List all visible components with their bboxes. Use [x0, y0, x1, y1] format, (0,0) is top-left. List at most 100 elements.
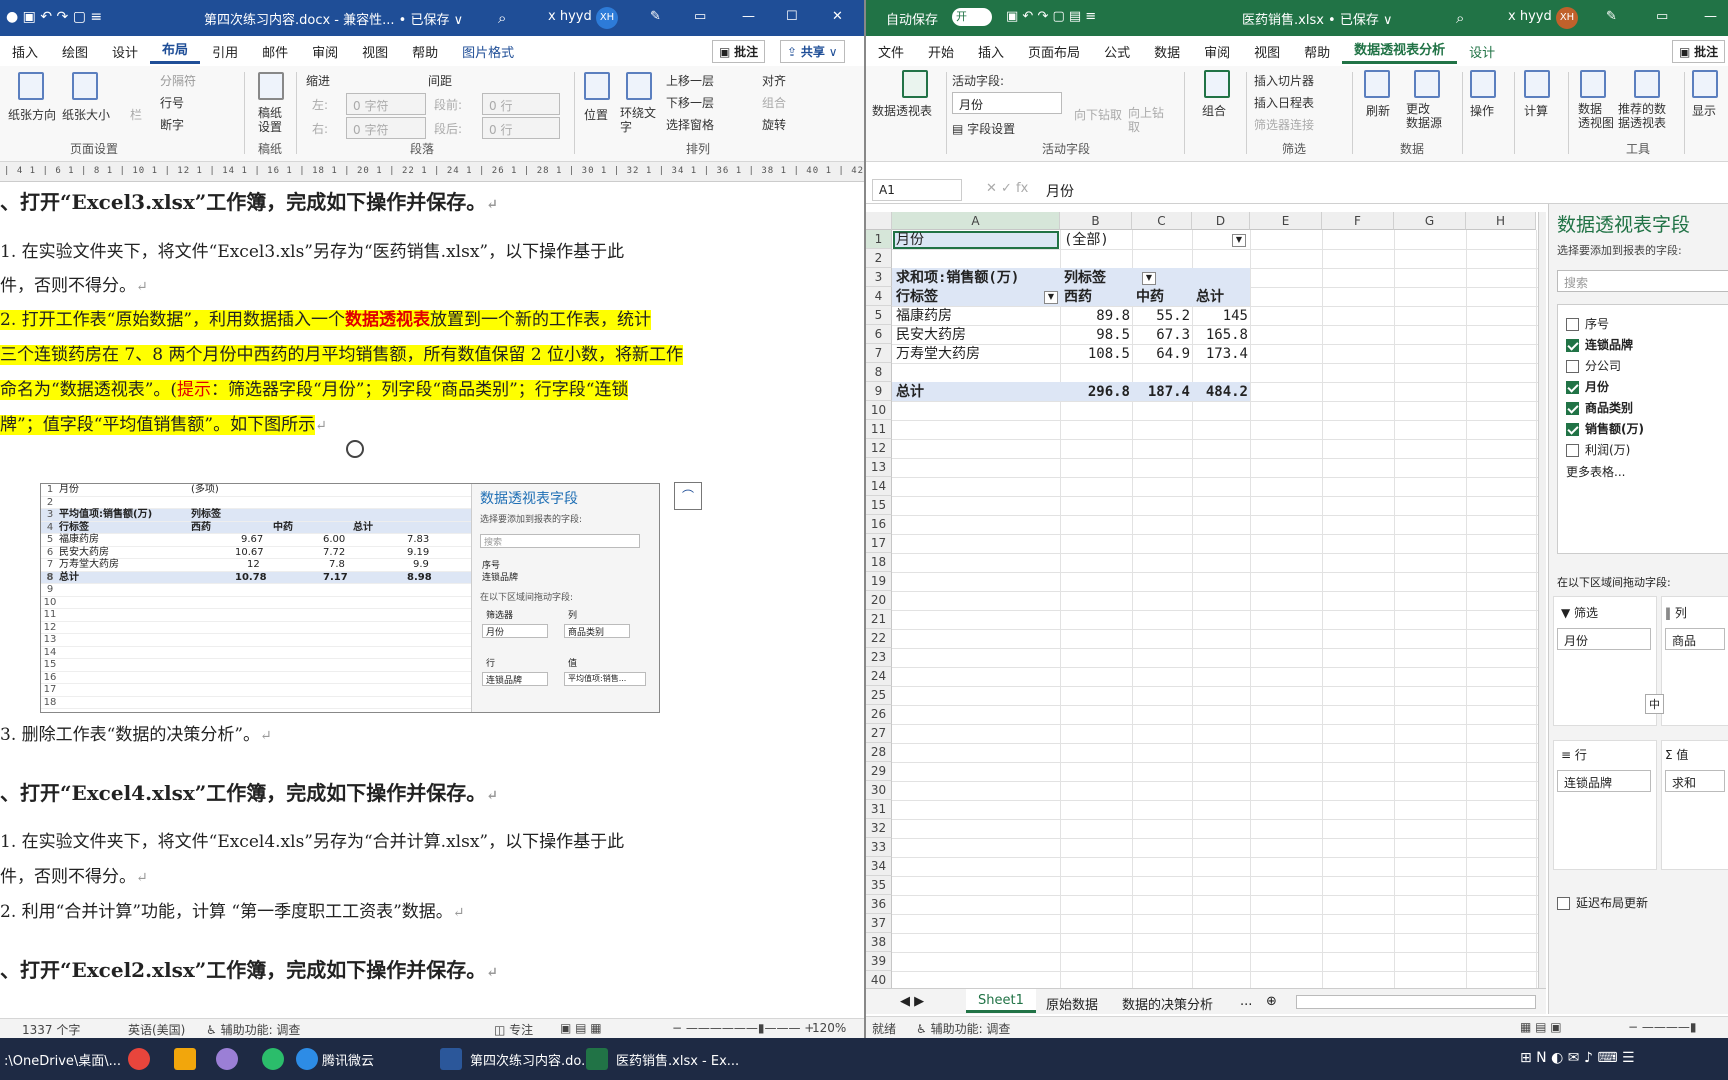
actions-button[interactable]: 操作 — [1470, 102, 1494, 119]
checkbox-checked-icon[interactable] — [1566, 381, 1579, 394]
tab-help[interactable]: 帮助 — [1292, 42, 1342, 61]
sheet-tab-raw-data[interactable]: 原始数据 — [1046, 994, 1098, 1013]
col-header-h[interactable]: H — [1466, 212, 1536, 230]
tab-draw[interactable]: 绘图 — [50, 42, 100, 61]
checkbox-icon[interactable] — [1557, 897, 1570, 910]
row-header[interactable]: 37 — [866, 914, 892, 933]
cell-c6[interactable]: 67.3 — [1132, 326, 1190, 345]
tab-references[interactable]: 引用 — [200, 42, 250, 61]
paper-size-icon[interactable] — [72, 72, 98, 100]
align-button[interactable]: 对齐 — [762, 72, 786, 89]
cell-a4[interactable]: 行标签 — [896, 288, 938, 307]
row-header[interactable]: 16 — [866, 515, 892, 534]
minimize-icon[interactable]: — — [742, 9, 755, 24]
save-icon[interactable]: ● ▣ ↶ ↷ ▢ ≡ — [6, 9, 102, 25]
col-header-g[interactable]: G — [1394, 212, 1466, 230]
pivotchart-icon[interactable] — [1580, 70, 1606, 98]
tab-pivot-design[interactable]: 设计 — [1457, 42, 1507, 61]
insert-timeline-button[interactable]: 插入日程表 — [1254, 94, 1314, 111]
embedded-pivot-image[interactable]: 1 月份 (多项) 2 3 平均值项:销售额(万) 列标签 4 行标签 西药 中药 总计 5 福康… — [40, 483, 660, 713]
row-header[interactable]: 20 — [866, 591, 892, 610]
vertical-scrollbar[interactable] — [1538, 212, 1546, 988]
minimize-icon[interactable]: — — [1704, 9, 1717, 24]
space-after-input[interactable]: 0 行 — [482, 117, 560, 139]
cell-c5[interactable]: 55.2 — [1132, 307, 1190, 326]
cell-b8[interactable]: 296.8 — [1060, 383, 1130, 402]
zoom-slider[interactable]: − ——————▮——— + — [672, 1021, 814, 1035]
cell-a5[interactable]: 福康药房 — [896, 307, 952, 326]
field-profit[interactable]: 利润(万) — [1566, 441, 1630, 458]
checkbox-checked-icon[interactable] — [1566, 402, 1579, 415]
read-mode-icon[interactable]: ▣ ▤ ▦ — [560, 1021, 602, 1035]
word-count[interactable]: 1337 个字 — [22, 1021, 80, 1038]
field-search-input[interactable]: 搜索 — [1557, 270, 1728, 292]
browser-icon[interactable] — [262, 1048, 284, 1070]
col-header-b[interactable]: B — [1060, 212, 1132, 230]
excel-icon[interactable] — [586, 1048, 608, 1070]
row-header[interactable]: 5 — [866, 306, 892, 325]
avatar[interactable]: XH — [596, 7, 618, 29]
row-header[interactable]: 39 — [866, 952, 892, 971]
weiyun-task[interactable]: 腾讯微云 — [322, 1050, 374, 1069]
filter-connections-button[interactable]: 筛选器连接 — [1254, 116, 1314, 133]
checkbox-checked-icon[interactable] — [1566, 423, 1579, 436]
row-header[interactable]: 34 — [866, 857, 892, 876]
row-header[interactable]: 2 — [866, 249, 892, 268]
space-before-input[interactable]: 0 行 — [482, 93, 560, 115]
search-icon[interactable]: ⌕ — [498, 9, 506, 27]
cell-c8[interactable]: 187.4 — [1132, 383, 1190, 402]
draft-paper-icon[interactable] — [258, 72, 284, 100]
app-icon[interactable] — [174, 1048, 196, 1070]
formula-input[interactable]: 月份 — [1046, 181, 1074, 201]
col-header-a[interactable]: A — [892, 212, 1060, 230]
checkbox-icon[interactable] — [1566, 318, 1579, 331]
filter-dropdown-icon[interactable]: ▼ — [1232, 234, 1246, 247]
row-header[interactable]: 36 — [866, 895, 892, 914]
pivottable-button[interactable]: 数据透视表 — [872, 102, 932, 119]
word-icon[interactable] — [440, 1048, 462, 1070]
calculations-button[interactable]: 计算 — [1524, 102, 1548, 119]
group-arrow-icon[interactable] — [1204, 70, 1230, 98]
row-header[interactable]: 19 — [866, 572, 892, 591]
paper-orientation-icon[interactable] — [18, 72, 44, 100]
cell-d4[interactable]: 总计 — [1196, 288, 1224, 307]
recommended-pivot-button[interactable]: 推荐的数 据透视表 — [1618, 102, 1666, 130]
pivottable-icon[interactable] — [902, 70, 928, 98]
cell-a8[interactable]: 总计 — [896, 383, 924, 402]
row-header[interactable]: 6 — [866, 325, 892, 344]
tab-pivot-analyze[interactable]: 数据透视表分析 — [1342, 39, 1458, 64]
weiyun-icon[interactable] — [296, 1048, 318, 1070]
select-all-corner[interactable] — [866, 212, 892, 230]
row-header[interactable]: 14 — [866, 477, 892, 496]
row-header[interactable]: 35 — [866, 876, 892, 895]
more-tables-link[interactable]: 更多表格... — [1566, 463, 1625, 480]
rotate-button[interactable]: 旋转 — [762, 116, 786, 133]
horizontal-ruler[interactable]: | 4 1 | 6 1 | 8 1 | 10 1 | 12 1 | 14 1 |… — [0, 162, 864, 182]
active-field-input[interactable]: 月份 — [952, 92, 1062, 114]
row-header[interactable]: 11 — [866, 420, 892, 439]
wrap-text-label[interactable]: 环绕文 字 — [620, 106, 656, 134]
col-header-f[interactable]: F — [1322, 212, 1394, 230]
comment-button[interactable]: ▣ 批注 — [712, 39, 766, 63]
row-header[interactable]: 15 — [866, 496, 892, 515]
word-task[interactable]: 第四次练习内容.do... — [470, 1050, 594, 1069]
drill-up-button[interactable]: 向上钻 取 — [1128, 106, 1164, 134]
rotate-handle-icon[interactable] — [346, 440, 364, 458]
tab-data[interactable]: 数据 — [1142, 42, 1192, 61]
cell-b7[interactable]: 108.5 — [1060, 345, 1130, 364]
show-icon[interactable] — [1692, 70, 1718, 98]
tab-view[interactable]: 视图 — [350, 42, 400, 61]
layout-options-icon[interactable]: ⌒ — [674, 482, 702, 510]
sheet-tab-more[interactable]: ... — [1240, 994, 1252, 1009]
row-header[interactable]: 8 — [866, 363, 892, 382]
filter-field-month[interactable]: 月份 — [1557, 628, 1651, 650]
bring-forward-button[interactable]: 上移一层 — [666, 72, 714, 89]
insert-slicer-button[interactable]: 插入切片器 — [1254, 72, 1314, 89]
cell-b1[interactable]: (全部) — [1064, 231, 1109, 250]
sheet-nav-icon[interactable]: ◀ ▶ — [900, 994, 924, 1009]
column-field-category[interactable]: 商品 — [1665, 628, 1725, 650]
refresh-button[interactable]: 刷新 — [1366, 102, 1390, 119]
cell-d6[interactable]: 165.8 — [1192, 326, 1248, 345]
focus-button[interactable]: ◫ 专注 — [494, 1021, 533, 1038]
actions-icon[interactable] — [1470, 70, 1496, 98]
